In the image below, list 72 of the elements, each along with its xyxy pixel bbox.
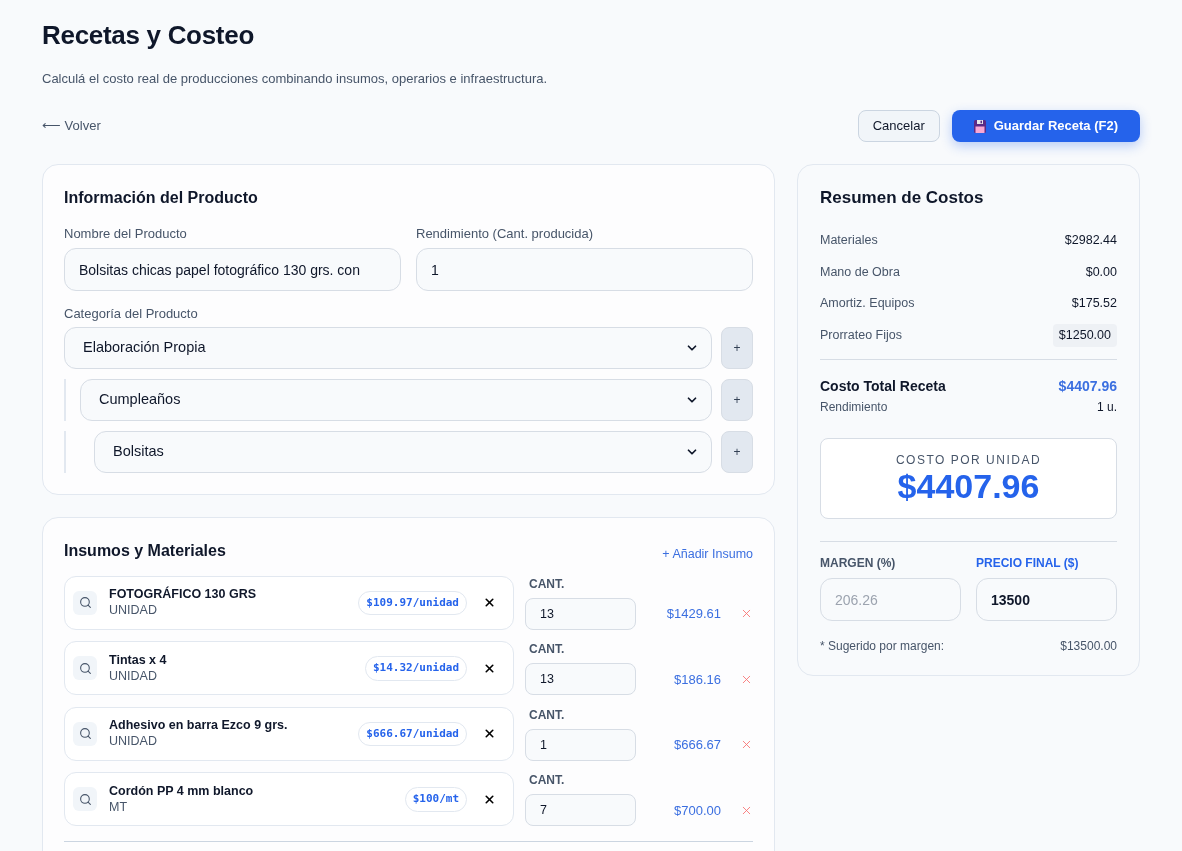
quantity-label: CANT. (529, 772, 566, 789)
category-select[interactable]: Cumpleaños (80, 379, 712, 421)
cost-label: Mano de Obra (820, 263, 900, 281)
field-label: Categoría del Producto (64, 307, 199, 321)
yield-value: 1 u. (1097, 399, 1117, 415)
yield-label: Rendimiento (820, 399, 888, 415)
search-icon[interactable] (73, 721, 97, 746)
material-name: Tintas x 4 (109, 651, 168, 668)
cost-label: Prorrateo Fijos (820, 326, 902, 344)
material-name: Adhesivo en barra Ezco 9 grs. (109, 717, 289, 734)
category-select[interactable]: Elaboración Propia (64, 327, 712, 369)
suggested-value: $13500.00 (1060, 638, 1117, 654)
quantity-input[interactable]: 7 (525, 794, 636, 827)
add-category-button[interactable]: + (721, 379, 753, 421)
pricing-input[interactable]: 13500 (976, 578, 1117, 621)
pricing-input[interactable]: 206.26 (820, 578, 961, 621)
add-category-button[interactable]: + (721, 431, 753, 473)
field-label: Nombre del Producto (64, 227, 188, 241)
section-title: Insumos y Materiales (64, 541, 226, 562)
line-total: $700.00 (674, 801, 721, 820)
line-total: $666.67 (674, 736, 721, 754)
material-unit: UNIDAD (109, 733, 158, 751)
total-label: Costo Total Receta (820, 377, 946, 395)
cost-label: Materiales (820, 232, 878, 250)
close-icon[interactable] (483, 661, 496, 675)
material-unit: UNIDAD (109, 602, 158, 620)
search-icon[interactable] (73, 590, 97, 615)
close-icon[interactable] (483, 727, 496, 741)
back-link[interactable]: ⟵ Volver (42, 116, 101, 136)
total-value: $4407.96 (1058, 377, 1117, 395)
section-title: Resumen de Costos (820, 187, 985, 209)
cost-value: $2982.44 (1064, 232, 1117, 250)
cost-value: $175.52 (1071, 295, 1117, 313)
quantity-input[interactable]: 13 (525, 597, 636, 630)
close-icon[interactable] (483, 596, 496, 610)
cost-value: $1250.00 (1052, 323, 1117, 347)
category-select[interactable]: Bolsitas (94, 431, 712, 473)
text-input[interactable]: Bolsitas chicas papel fotográfico 130 grs. con (64, 248, 401, 291)
material-unit: MT (109, 798, 129, 816)
field-label: Rendimiento (Cant. producida) (416, 227, 595, 241)
quantity-label: CANT. (529, 575, 566, 592)
add-category-button[interactable]: + (721, 327, 753, 369)
section-title: Información del Producto (64, 188, 259, 208)
add-material-link[interactable]: + Añadir Insumo (662, 545, 753, 564)
material-name: Cordón PP 4 mm blanco (109, 782, 255, 799)
unit-cost-value: $4407.96 (897, 466, 1040, 505)
line-total: $1429.61 (666, 605, 721, 623)
search-icon[interactable] (73, 787, 97, 812)
text-input[interactable]: 1 (416, 248, 753, 291)
save-button[interactable]: Guardar Receta (F2) (951, 110, 1140, 142)
unit-price-tag: $14.32/unidad (364, 656, 467, 681)
material-unit: UNIDAD (109, 667, 158, 685)
unit-price-tag: $666.67/unidad (358, 721, 467, 746)
cost-value: $0.00 (1085, 263, 1117, 281)
pricing-label: PRECIO FINAL ($) (976, 555, 1080, 571)
quantity-input[interactable]: 13 (525, 663, 636, 696)
close-icon[interactable] (483, 792, 496, 806)
quantity-label: CANT. (529, 641, 566, 658)
suggested-label: * Sugerido por margen: (820, 638, 945, 654)
unit-price-tag: $100/mt (404, 787, 467, 812)
page-subtitle: Calculá el costo real de producciones combinando insumos, operarios e infraestructura. (42, 71, 549, 87)
material-name: FOTOGRÁFICO 130 GRS (109, 586, 257, 603)
page-title: Recetas y Costeo (42, 20, 255, 50)
quantity-input[interactable]: 1 (525, 728, 636, 761)
unit-price-tag: $109.97/unidad (358, 590, 467, 615)
line-total: $186.16 (674, 670, 721, 689)
cancel-button[interactable]: Cancelar (857, 110, 940, 142)
cost-label: Amortiz. Equipos (820, 295, 915, 313)
search-icon[interactable] (73, 656, 97, 681)
quantity-label: CANT. (529, 706, 566, 723)
unit-cost-label: COSTO POR UNIDAD (895, 452, 1042, 467)
pricing-label: MARGEN (%) (820, 555, 897, 571)
